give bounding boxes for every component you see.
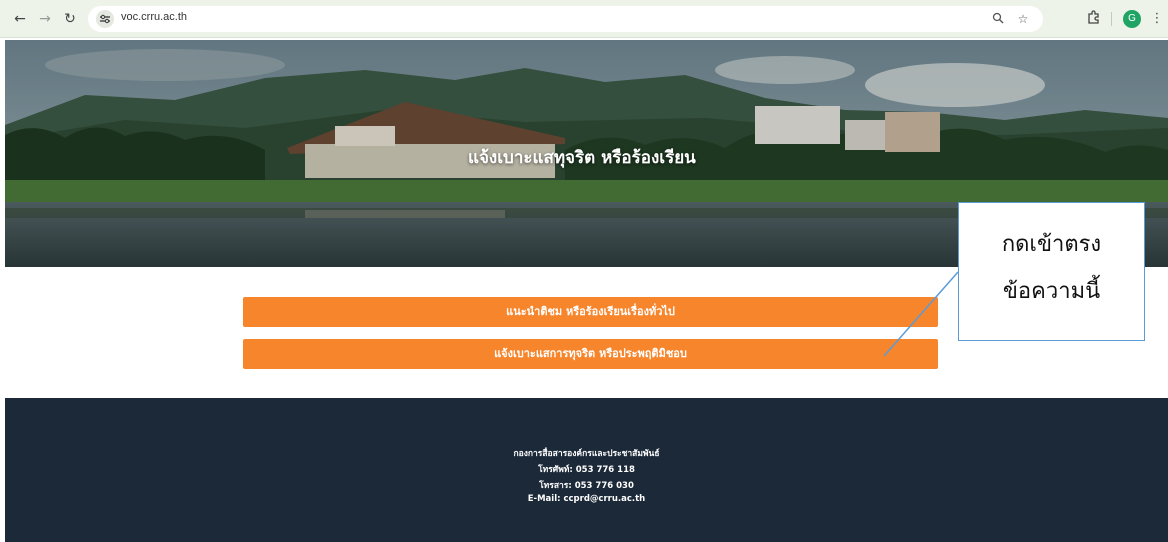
back-arrow-icon[interactable]: ← <box>10 9 30 29</box>
address-bar[interactable]: voc.crru.ac.th ☆ <box>88 6 1043 32</box>
zoom-icon[interactable] <box>991 12 1005 26</box>
footer-email[interactable]: E-Mail: ccprd@crru.ac.th <box>5 494 1168 504</box>
footer-org-name: กองการสื่อสารองค์กรและประชาสัมพันธ์ <box>513 449 660 459</box>
general-complaint-button[interactable]: แนะนำติชม หรือร้องเรียนเรื่องทั่วไป <box>243 297 938 327</box>
bookmark-star-icon[interactable]: ☆ <box>1016 12 1030 26</box>
hero-title: แจ้งเบาะแสทุจริต หรือร้องเรียน <box>468 148 696 168</box>
browser-toolbar: ← → ↻ voc.crru.ac.th ☆ G ⋮ <box>0 0 1168 38</box>
toolbar-divider <box>1111 12 1112 26</box>
profile-avatar[interactable]: G <box>1123 10 1141 28</box>
footer-phone: โทรศัพท์: 053 776 118 <box>538 465 635 475</box>
corruption-report-button[interactable]: แจ้งเบาะแสการทุจริต หรือประพฤติมิชอบ <box>243 339 938 369</box>
forward-arrow-icon[interactable]: → <box>35 9 55 29</box>
footer-fax: โทรสาร: 053 776 030 <box>539 481 634 491</box>
reload-icon[interactable]: ↻ <box>60 9 80 29</box>
annotation-callout: กดเข้าตรง ข้อความนี้ <box>958 202 1145 341</box>
site-footer: กองการสื่อสารองค์กรและประชาสัมพันธ์ โทรศ… <box>5 398 1168 542</box>
url-text[interactable]: voc.crru.ac.th <box>121 11 187 23</box>
extensions-icon[interactable] <box>1085 10 1103 28</box>
callout-text-line1: กดเข้าตรง <box>1001 232 1102 257</box>
site-settings-icon[interactable] <box>96 10 114 28</box>
menu-kebab-icon[interactable]: ⋮ <box>1148 10 1166 28</box>
callout-text-line2: ข้อความนี้ <box>1002 279 1101 304</box>
